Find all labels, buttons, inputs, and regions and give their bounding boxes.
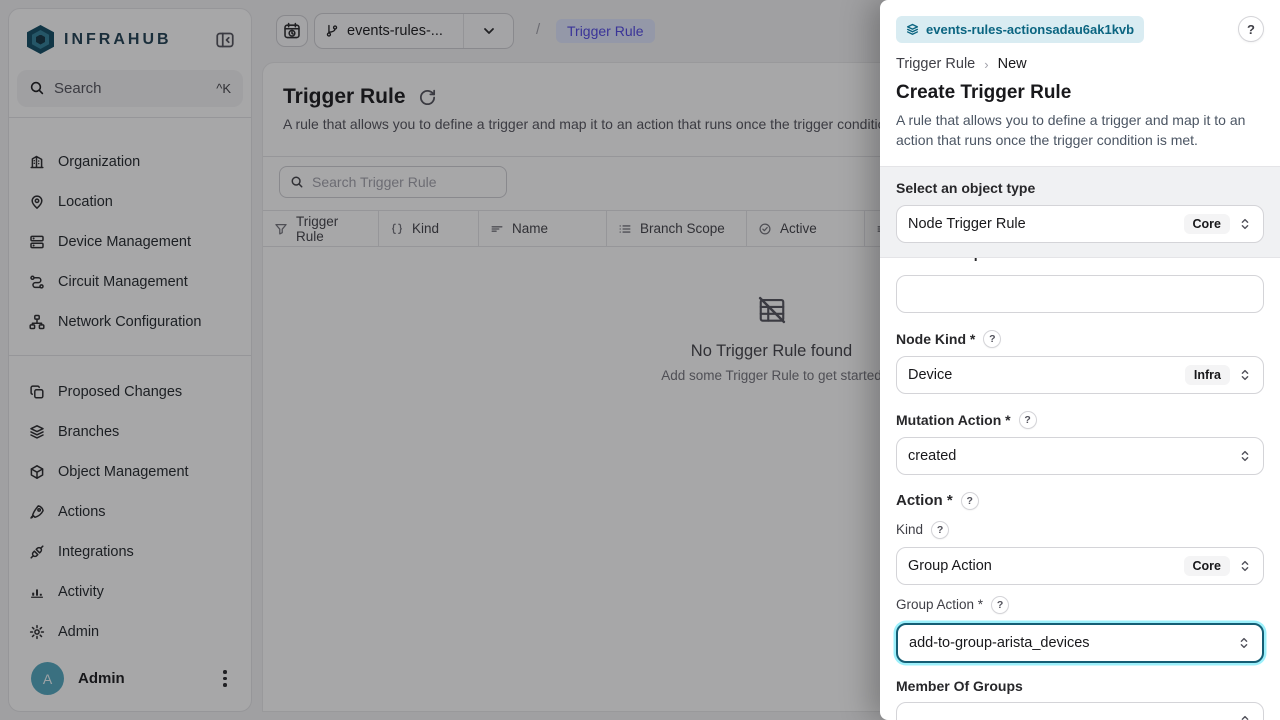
member-of-groups-field: Member Of Groups: [896, 678, 1264, 720]
member-of-groups-select[interactable]: [896, 702, 1264, 720]
drawer-form: Branch Scope * Node Kind * ? Device Infr…: [880, 258, 1280, 720]
chevrons-up-down-icon: [1237, 636, 1251, 650]
mutation-action-select[interactable]: created: [896, 437, 1264, 475]
object-type-value: Node Trigger Rule: [908, 216, 1176, 232]
clipped-text-field[interactable]: [896, 275, 1264, 313]
create-trigger-rule-drawer: events-rules-actionsadau6ak1kvb ? Trigge…: [880, 0, 1280, 720]
group-action-select[interactable]: add-to-group-arista_devices: [896, 623, 1264, 663]
help-circle-icon[interactable]: ?: [991, 596, 1009, 614]
help-circle-icon[interactable]: ?: [983, 330, 1001, 348]
breadcrumb-current: New: [998, 56, 1027, 72]
help-circle-icon[interactable]: ?: [1019, 411, 1037, 429]
namespace-badge: Infra: [1185, 365, 1230, 385]
help-circle-icon[interactable]: ?: [931, 521, 949, 539]
object-type-select[interactable]: Node Trigger Rule Core: [896, 205, 1264, 243]
breadcrumb-parent[interactable]: Trigger Rule: [896, 56, 975, 72]
clipped-field-label: Branch Scope *: [896, 258, 999, 261]
drawer-header: events-rules-actionsadau6ak1kvb ? Trigge…: [880, 0, 1280, 166]
action-label: Action *: [896, 492, 953, 509]
drawer-title: Create Trigger Rule: [896, 82, 1264, 104]
action-kind-label: Kind: [896, 522, 923, 537]
clipped-field-label-row: Branch Scope *: [896, 258, 1264, 275]
namespace-badge: Core: [1184, 214, 1230, 234]
mutation-action-field: Mutation Action * ? created: [896, 411, 1264, 475]
chevron-right-icon: ›: [984, 57, 988, 72]
chevrons-up-down-icon: [1238, 449, 1252, 463]
object-type-section: Select an object type Node Trigger Rule …: [880, 166, 1280, 258]
help-circle-icon[interactable]: ?: [961, 492, 979, 510]
help-button[interactable]: ?: [1238, 16, 1264, 42]
object-type-label: Select an object type: [896, 180, 1264, 196]
chevrons-up-down-icon: [1238, 217, 1252, 231]
node-kind-select[interactable]: Device Infra: [896, 356, 1264, 394]
chevrons-up-down-icon: [1238, 714, 1252, 720]
namespace-badge: Core: [1184, 556, 1230, 576]
node-kind-field: Node Kind * ? Device Infra: [896, 330, 1264, 394]
action-field-group: Action * ? Kind ? Group Action Core Grou…: [896, 492, 1264, 663]
node-kind-label: Node Kind *: [896, 331, 975, 347]
chevrons-up-down-icon: [1238, 559, 1252, 573]
drawer-description: A rule that allows you to define a trigg…: [896, 110, 1264, 151]
layers-icon: [906, 23, 919, 36]
action-kind-select[interactable]: Group Action Core: [896, 547, 1264, 585]
drawer-breadcrumb: Trigger Rule › New: [896, 56, 1264, 72]
branch-badge[interactable]: events-rules-actionsadau6ak1kvb: [896, 16, 1144, 43]
chevrons-up-down-icon: [1238, 368, 1252, 382]
member-of-groups-label: Member Of Groups: [896, 678, 1023, 694]
branch-badge-label: events-rules-actionsadau6ak1kvb: [926, 22, 1134, 37]
mutation-action-label: Mutation Action *: [896, 412, 1011, 428]
group-action-label: Group Action *: [896, 597, 983, 612]
